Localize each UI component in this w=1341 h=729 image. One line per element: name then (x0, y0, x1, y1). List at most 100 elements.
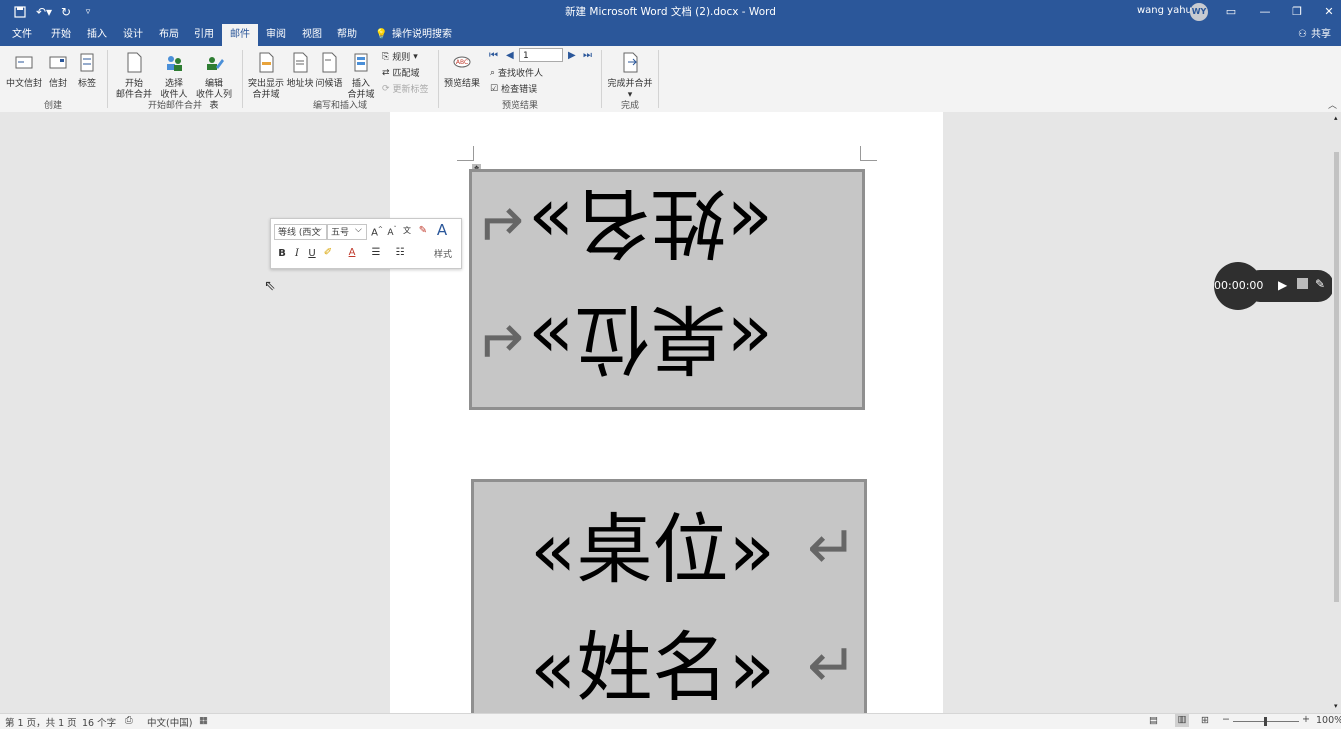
label-box-upright[interactable]: «桌位» ↵ «姓名» ↵ (471, 479, 867, 719)
font-color-icon[interactable]: A (345, 247, 359, 258)
next-record-icon[interactable]: ▶ (568, 50, 576, 61)
address-block-button[interactable]: 地址块 (286, 51, 314, 90)
finish-merge-button[interactable]: 完成并合并 ▾ (606, 51, 654, 101)
corner-mark (457, 146, 474, 161)
label-text: 信封 (48, 79, 67, 89)
zoom-out-icon[interactable]: − (1222, 714, 1230, 725)
label-text: 预览结果 (444, 79, 481, 89)
pen-icon[interactable]: ✎ (1315, 277, 1325, 291)
tell-me-search[interactable]: 操作说明搜索 (390, 24, 454, 46)
record-number-input[interactable]: 1 (519, 48, 563, 62)
match-fields-button[interactable]: ⇄ 匹配域 (382, 66, 420, 80)
language[interactable]: 中文(中国) (147, 715, 192, 729)
format-painter-icon[interactable]: ✎ (416, 225, 430, 236)
first-record-icon[interactable]: ⏮ (489, 50, 498, 61)
share-icon[interactable]: ⚇ (1296, 24, 1309, 46)
italic-button[interactable]: I (290, 248, 304, 259)
page-count[interactable]: 第 1 页，共 1 页 (5, 715, 77, 729)
play-icon[interactable]: ▶ (1278, 278, 1287, 292)
shrink-font-icon[interactable]: Aˇ (385, 226, 399, 238)
check-errors-label: 检查错误 (501, 85, 538, 95)
tab-references[interactable]: 引用 (192, 24, 216, 46)
insert-merge-field-button[interactable]: 插入 合并域 (344, 51, 378, 101)
title-bar: ↶▾ ↻ ▿ 新建 Microsoft Word 文档 (2).docx - W… (0, 0, 1341, 24)
tab-design[interactable]: 设计 (121, 24, 145, 46)
previous-record-icon[interactable]: ◀ (506, 50, 514, 61)
scroll-down-icon[interactable]: ▾ (1334, 702, 1338, 710)
tab-file[interactable]: 文件 (10, 24, 34, 46)
share-button[interactable]: 共享 (1309, 24, 1333, 46)
start-mail-merge-button[interactable]: 开始 邮件合并 (114, 51, 154, 101)
update-labels-label: 更新标签 (392, 85, 429, 95)
preview-icon: ABC (453, 56, 471, 68)
numbering-icon[interactable]: ☷ (393, 247, 407, 258)
seat-merge-field[interactable]: «桌位» (530, 512, 775, 588)
label-text: 中文信封 (6, 79, 43, 89)
styles-label[interactable]: 样式 (434, 247, 452, 260)
group-start-label: 开始邮件合并 (147, 101, 202, 111)
grow-font-icon[interactable]: A^ (370, 226, 384, 238)
avatar[interactable]: WY (1190, 3, 1208, 21)
group-separator (658, 50, 659, 108)
check-errors-button[interactable]: ☑ 检查错误 (490, 82, 538, 96)
tab-insert[interactable]: 插入 (85, 24, 109, 46)
labels-button[interactable]: 标签 (76, 51, 98, 90)
bullets-icon[interactable]: ☰ (369, 247, 383, 258)
styles-icon[interactable]: A (435, 221, 449, 239)
greeting-icon (322, 52, 337, 73)
restore-icon[interactable]: ❐ (1286, 3, 1308, 21)
rules-button[interactable]: ⎘ 规则 ▾ (382, 50, 418, 64)
tab-mailings[interactable]: 邮件 (222, 24, 258, 46)
print-layout-icon[interactable]: ▥ (1175, 714, 1189, 727)
tab-view[interactable]: 视图 (300, 24, 324, 46)
user-name[interactable]: wang yahui (1137, 5, 1195, 16)
document-page[interactable]: ✥ ↵ «姓名» ↵ «桌位» «桌位» ↵ «姓名» ↵ (390, 112, 943, 719)
stop-icon[interactable] (1297, 278, 1308, 289)
word-count[interactable]: 16 个字 (82, 715, 116, 729)
underline-button[interactable]: U (305, 248, 319, 259)
recorder-time: 00:00:00 (1214, 262, 1263, 310)
web-layout-icon[interactable]: ⊞ (1201, 715, 1209, 726)
zoom-level[interactable]: 100% (1316, 715, 1341, 726)
chinese-envelope-button[interactable]: 中文信封 (6, 51, 42, 90)
label-box-rotated[interactable]: ↵ «姓名» ↵ «桌位» (469, 169, 865, 410)
tab-home[interactable]: 开始 (49, 24, 73, 46)
greeting-line-button[interactable]: 问候语 (315, 51, 343, 90)
find-recipient-button[interactable]: ⌕ 查找收件人 (490, 66, 543, 80)
envelope-button[interactable]: 信封 (46, 51, 70, 90)
proofing-icon[interactable]: ⎙ (125, 715, 133, 726)
group-preview-label: 预览结果 (501, 101, 538, 111)
highlight-color-icon[interactable]: ✐ (321, 247, 335, 258)
macro-icon[interactable]: ▦ (199, 715, 208, 726)
label-text: 突出显示 (248, 79, 285, 89)
document-workspace: ✥ ↵ «姓名» ↵ «桌位» «桌位» ↵ «姓名» ↵ 等线 (西文 ⌵ 五… (0, 112, 1341, 719)
read-mode-icon[interactable]: ▤ (1149, 715, 1158, 726)
zoom-in-icon[interactable]: + (1302, 714, 1310, 725)
chevron-down-icon[interactable]: ⌵ (315, 225, 322, 235)
scroll-thumb[interactable] (1334, 152, 1339, 602)
bold-button[interactable]: B (275, 248, 289, 259)
preview-results-button[interactable]: ABC 预览结果 (444, 51, 480, 90)
close-icon[interactable]: ✕ (1318, 3, 1340, 21)
collapse-ribbon-icon[interactable]: ︿ (1328, 98, 1337, 111)
name-merge-field[interactable]: «姓名» (528, 178, 773, 267)
minimize-icon[interactable]: — (1254, 3, 1276, 21)
chevron-down-icon[interactable]: ⌵ (355, 225, 362, 235)
tab-layout[interactable]: 布局 (157, 24, 181, 46)
mouse-cursor-icon: ⇖ (264, 278, 276, 294)
name-merge-field[interactable]: «姓名» (530, 630, 775, 706)
scroll-up-icon[interactable]: ▴ (1334, 114, 1338, 122)
select-recipients-button[interactable]: 选择 收件人 (156, 51, 192, 101)
group-write-label: 编写和插入域 (312, 101, 367, 111)
tab-review[interactable]: 审阅 (264, 24, 288, 46)
zoom-slider-thumb[interactable] (1264, 717, 1267, 726)
vertical-scrollbar[interactable]: ▴ ▾ (1332, 112, 1341, 713)
ribbon-display-icon[interactable]: ▭ (1220, 3, 1242, 21)
update-labels-button[interactable]: ⟳ 更新标签 (382, 82, 429, 96)
last-record-icon[interactable]: ⏭ (583, 50, 592, 61)
highlight-merge-fields-button[interactable]: 突出显示 合并域 (248, 51, 284, 101)
tab-help[interactable]: 帮助 (335, 24, 359, 46)
seat-merge-field[interactable]: «桌位» (528, 294, 773, 383)
phonetic-guide-icon[interactable]: 文 (400, 225, 414, 236)
chevron-down-icon: ▾ (413, 51, 418, 62)
